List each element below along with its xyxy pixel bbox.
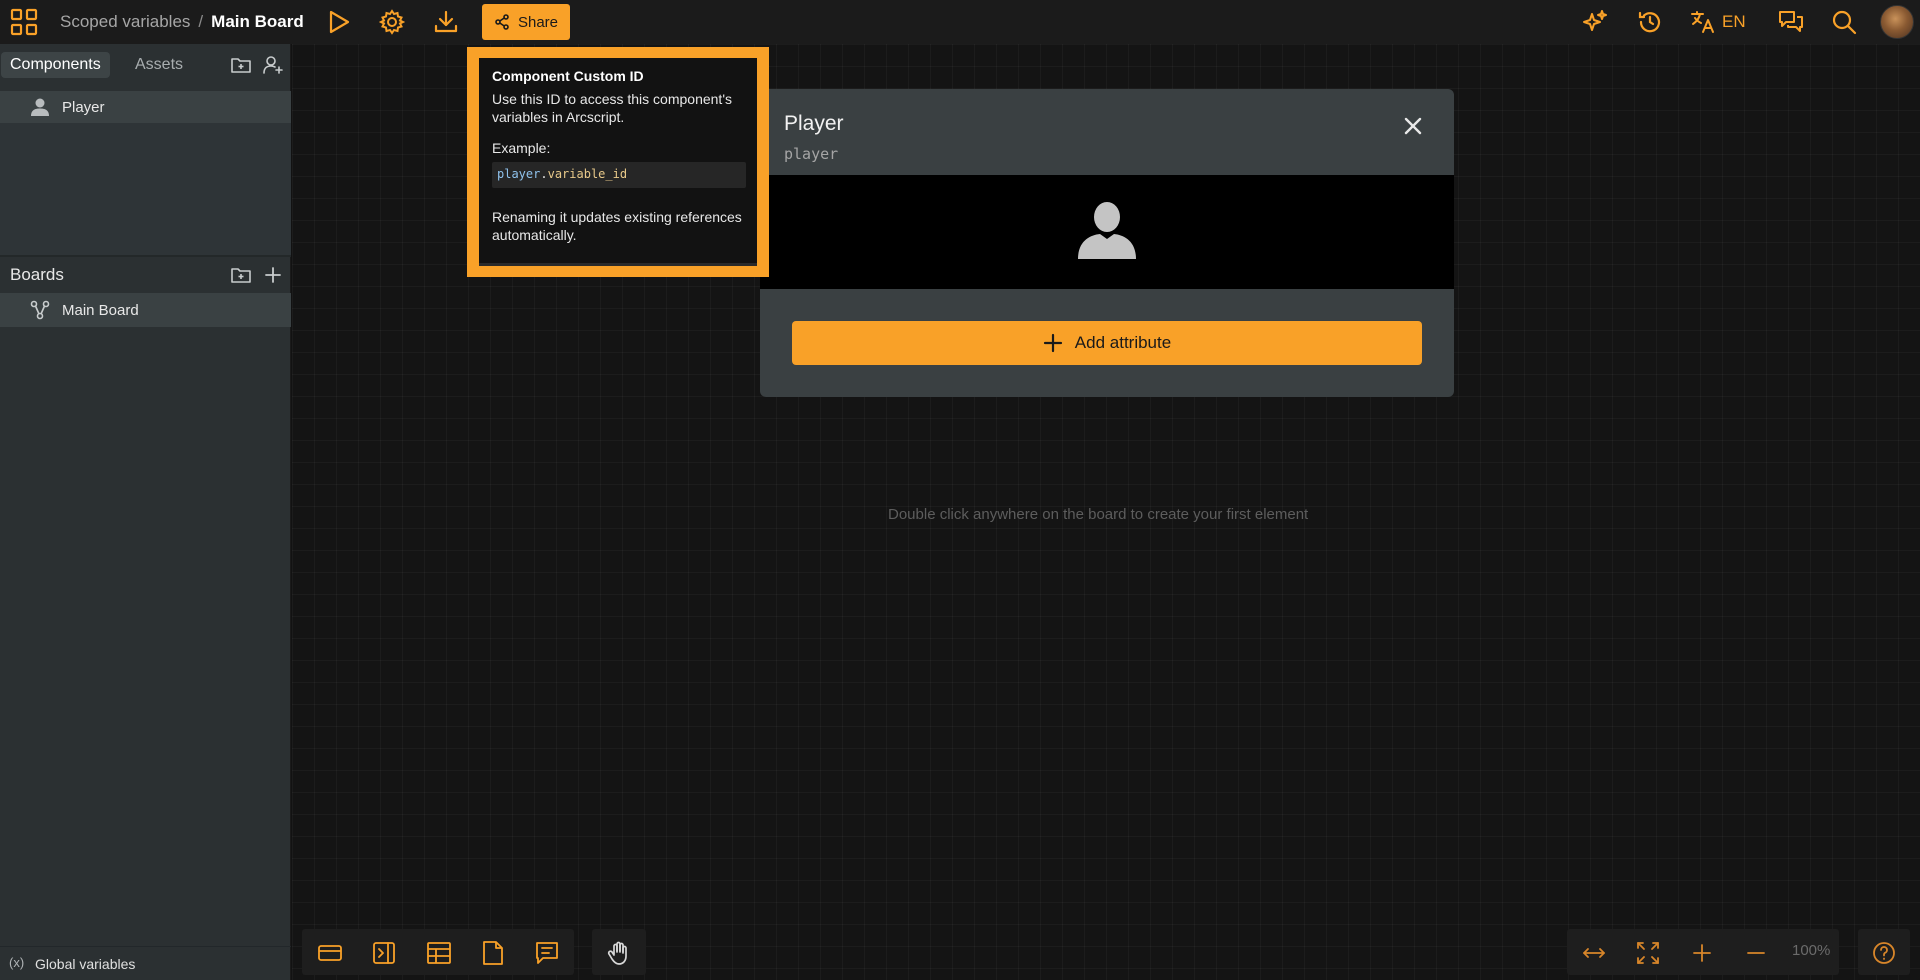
- empty-board-hint: Double click anywhere on the board to cr…: [888, 506, 1309, 523]
- component-title[interactable]: Player: [784, 112, 844, 136]
- translate-icon: [1690, 9, 1716, 35]
- component-item-player[interactable]: Player: [0, 91, 291, 123]
- help-group: [1858, 929, 1910, 975]
- fullscreen-icon[interactable]: [1635, 940, 1661, 966]
- play-icon[interactable]: [324, 8, 354, 36]
- new-folder-icon[interactable]: [230, 54, 252, 76]
- sidebar-tabs: Components Assets: [0, 50, 291, 80]
- add-board-icon[interactable]: [262, 264, 284, 286]
- user-icon: [30, 97, 50, 117]
- hand-tool-group: [592, 929, 646, 975]
- tab-components[interactable]: Components: [1, 52, 110, 78]
- fit-width-icon[interactable]: [1581, 940, 1607, 966]
- breadcrumb: Scoped variables / Main Board: [60, 12, 304, 32]
- breadcrumb-project[interactable]: Scoped variables: [60, 12, 190, 32]
- hand-pan-icon[interactable]: [606, 940, 632, 966]
- download-icon[interactable]: [432, 8, 460, 36]
- code-dot: .: [540, 167, 548, 181]
- language-code: EN: [1722, 12, 1746, 31]
- note-element-icon[interactable]: [480, 940, 506, 966]
- zoom-level: 100%: [1792, 942, 1831, 959]
- user-avatar[interactable]: [1880, 5, 1914, 39]
- global-variables-button[interactable]: (x) Global variables: [0, 946, 291, 980]
- close-icon[interactable]: [1400, 113, 1426, 139]
- component-image[interactable]: [760, 175, 1454, 289]
- board-tree-icon: [30, 300, 50, 320]
- boards-header: Boards: [0, 257, 291, 293]
- tooltip-description: Use this ID to access this component's v…: [492, 91, 732, 125]
- tab-assets[interactable]: Assets: [126, 52, 192, 78]
- tooltip-title: Component Custom ID: [492, 68, 644, 84]
- components-list-area: [0, 123, 291, 255]
- user-placeholder-icon: [1076, 199, 1138, 261]
- component-custom-id[interactable]: player: [784, 145, 838, 163]
- tooltip-note: Renaming it updates existing references …: [492, 209, 742, 243]
- share-label: Share: [517, 13, 559, 31]
- tooltip-body: Component Custom ID Use this ID to acces…: [479, 58, 757, 266]
- card-element-icon[interactable]: [317, 940, 343, 966]
- add-attribute-button[interactable]: Add attribute: [792, 321, 1422, 365]
- global-variables-label: Global variables: [35, 956, 136, 972]
- gear-icon[interactable]: [378, 8, 406, 36]
- ai-sparkle-icon[interactable]: [1580, 8, 1610, 36]
- tooltip-example-label: Example:: [492, 140, 551, 156]
- component-card-header: Player player: [760, 89, 1454, 175]
- tooltip-code-example: player.variable_id: [492, 162, 746, 188]
- share-button[interactable]: Share: [482, 4, 570, 40]
- component-item-label: Player: [62, 98, 105, 116]
- component-card: Player player Add attribute: [760, 89, 1454, 397]
- board-item-main-board[interactable]: Main Board: [0, 293, 291, 327]
- comment-element-icon[interactable]: [534, 940, 560, 966]
- comments-icon[interactable]: [1776, 8, 1806, 36]
- breadcrumb-separator: /: [198, 12, 204, 31]
- custom-id-tooltip: Component Custom ID Use this ID to acces…: [467, 47, 769, 277]
- top-bar: Scoped variables / Main Board Share EN: [0, 0, 1920, 44]
- boards-title: Boards: [10, 265, 64, 284]
- code-object: player: [497, 167, 541, 181]
- breadcrumb-board: Main Board: [211, 12, 304, 31]
- create-toolbar: [302, 929, 574, 975]
- variable-icon: (x): [9, 955, 25, 970]
- language-selector[interactable]: EN: [1690, 8, 1754, 36]
- new-board-folder-icon[interactable]: [230, 264, 252, 286]
- share-icon: [494, 14, 510, 30]
- table-element-icon[interactable]: [426, 940, 452, 966]
- apps-grid-icon[interactable]: [10, 8, 38, 36]
- board-item-label: Main Board: [62, 302, 139, 319]
- sidebar: Components Assets Player Boards Main Boa…: [0, 44, 291, 980]
- add-user-icon[interactable]: [262, 54, 284, 76]
- jumper-element-icon[interactable]: [371, 940, 397, 966]
- history-icon[interactable]: [1636, 8, 1664, 36]
- code-variable: variable_id: [547, 167, 628, 181]
- help-icon[interactable]: [1871, 940, 1897, 966]
- zoom-out-icon[interactable]: [1743, 940, 1769, 966]
- plus-icon: [1043, 333, 1063, 353]
- add-attribute-label: Add attribute: [1074, 333, 1172, 352]
- zoom-in-icon[interactable]: [1689, 940, 1715, 966]
- search-icon[interactable]: [1830, 8, 1858, 36]
